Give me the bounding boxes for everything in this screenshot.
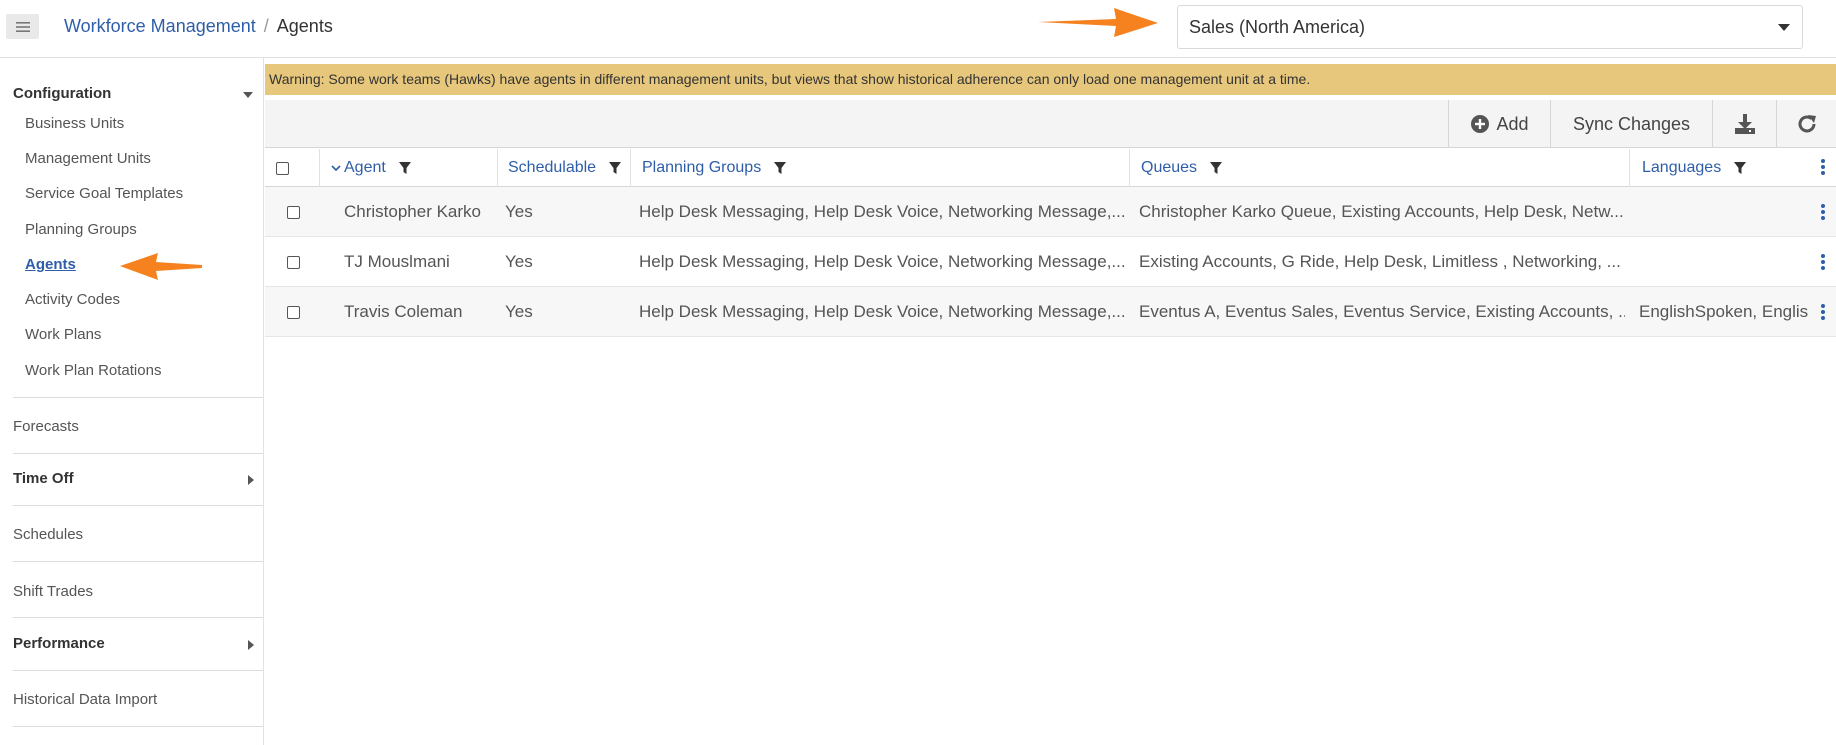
cell-languages — [1639, 187, 1809, 237]
select-all-checkbox[interactable] — [276, 149, 289, 187]
breadcrumb: Workforce Management / Agents — [64, 16, 333, 37]
caret-down-icon[interactable] — [243, 92, 253, 98]
table-row[interactable]: Christopher Karko Yes Help Desk Messagin… — [265, 187, 1836, 237]
row-actions-kebab-icon[interactable] — [1821, 304, 1825, 320]
management-unit-select[interactable]: Sales (North America) — [1177, 5, 1803, 49]
cell-planning-groups: Help Desk Messaging, Help Desk Voice, Ne… — [639, 202, 1126, 221]
sidebar-section-time-off[interactable]: Time Off — [13, 470, 74, 487]
sidebar-item-service-goal-templates[interactable]: Service Goal Templates — [25, 185, 183, 202]
sidebar-item-management-units[interactable]: Management Units — [25, 150, 151, 167]
annotation-arrow-icon — [120, 253, 202, 280]
column-header-agent-label: Agent — [344, 159, 386, 176]
sidebar-item-planning-groups[interactable]: Planning Groups — [25, 221, 137, 238]
sidebar-item-schedules[interactable]: Schedules — [13, 526, 83, 543]
filter-icon[interactable] — [1209, 161, 1223, 175]
add-button-label: Add — [1496, 113, 1529, 134]
hamburger-icon — [15, 21, 30, 32]
column-header-queues[interactable]: Queues — [1141, 149, 1223, 187]
refresh-button[interactable] — [1776, 100, 1836, 148]
sidebar-section-performance[interactable]: Performance — [13, 635, 105, 652]
plus-circle-icon — [1471, 115, 1490, 133]
breadcrumb-current: Agents — [276, 16, 333, 36]
column-header-planning-groups[interactable]: Planning Groups — [642, 149, 787, 187]
sort-chevron-down-icon[interactable] — [331, 164, 341, 172]
sidebar-divider — [13, 726, 263, 727]
sidebar-divider — [13, 670, 263, 671]
cell-agent[interactable]: Travis Coleman — [344, 287, 499, 337]
annotation-arrow-icon — [1038, 8, 1158, 37]
row-checkbox[interactable] — [287, 287, 300, 337]
sidebar-item-historical-data-import[interactable]: Historical Data Import — [13, 691, 157, 708]
sync-changes-button[interactable]: Sync Changes — [1550, 100, 1712, 148]
hamburger-menu-button[interactable] — [6, 14, 39, 39]
column-header-schedulable-label: Schedulable — [508, 159, 597, 176]
sidebar-item-activity-codes[interactable]: Activity Codes — [25, 291, 120, 308]
cell-queues: Christopher Karko Queue, Existing Accoun… — [1139, 202, 1624, 221]
add-button[interactable]: Add — [1448, 100, 1550, 148]
row-checkbox[interactable] — [287, 237, 300, 287]
sidebar-item-shift-trades[interactable]: Shift Trades — [13, 583, 93, 600]
table-header: Agent Schedulable Planning Groups Queues — [265, 149, 1836, 187]
sidebar-divider — [13, 453, 263, 454]
column-header-queues-label: Queues — [1141, 159, 1198, 176]
filter-icon[interactable] — [773, 161, 787, 175]
column-header-schedulable[interactable]: Schedulable — [508, 149, 622, 187]
cell-schedulable: Yes — [505, 302, 533, 321]
filter-icon[interactable] — [398, 161, 412, 175]
cell-planning-groups: Help Desk Messaging, Help Desk Voice, Ne… — [639, 252, 1126, 271]
column-header-planning-groups-label: Planning Groups — [642, 159, 762, 176]
sidebar-divider — [13, 561, 263, 562]
row-checkbox[interactable] — [287, 187, 300, 237]
management-unit-value: Sales (North America) — [1189, 17, 1366, 37]
chevron-down-icon — [1778, 24, 1790, 31]
sidebar-item-business-units[interactable]: Business Units — [25, 115, 124, 132]
cell-queues: Existing Accounts, G Ride, Help Desk, Li… — [1139, 252, 1621, 271]
warning-banner: Warning: Some work teams (Hawks) have ag… — [265, 64, 1836, 95]
cell-agent[interactable]: TJ Mouslmani — [344, 237, 499, 287]
cell-languages — [1639, 237, 1809, 287]
sidebar-item-agents[interactable]: Agents — [25, 256, 76, 273]
cell-planning-groups: Help Desk Messaging, Help Desk Voice, Ne… — [639, 302, 1126, 321]
filter-icon[interactable] — [608, 161, 622, 175]
column-options-kebab-icon[interactable] — [1821, 159, 1825, 175]
sync-changes-label: Sync Changes — [1572, 113, 1691, 134]
breadcrumb-separator: / — [263, 16, 269, 36]
table-row[interactable]: Travis Coleman Yes Help Desk Messaging, … — [265, 287, 1836, 337]
cell-queues: Eventus A, Eventus Sales, Eventus Servic… — [1139, 302, 1625, 321]
download-icon — [1734, 114, 1755, 134]
filter-icon[interactable] — [1733, 161, 1747, 175]
agents-table: Agent Schedulable Planning Groups Queues — [265, 149, 1836, 337]
download-button[interactable] — [1712, 100, 1776, 148]
column-header-languages[interactable]: Languages — [1642, 149, 1747, 187]
table-toolbar: Add Sync Changes — [265, 100, 1836, 148]
cell-schedulable: Yes — [505, 252, 533, 271]
column-header-agent[interactable]: Agent — [331, 149, 412, 187]
sidebar-item-work-plans[interactable]: Work Plans — [25, 326, 101, 343]
top-bar: Workforce Management / Agents Sales (Nor… — [0, 0, 1836, 58]
column-header-languages-label: Languages — [1642, 159, 1722, 176]
sidebar-divider — [13, 617, 263, 618]
sidebar-item-work-plan-rotations[interactable]: Work Plan Rotations — [25, 362, 161, 379]
cell-schedulable: Yes — [505, 202, 533, 221]
sidebar: Configuration Business Units Management … — [0, 58, 264, 745]
sidebar-section-configuration[interactable]: Configuration — [13, 85, 111, 102]
breadcrumb-workforce-management-link[interactable]: Workforce Management — [64, 16, 256, 37]
caret-right-icon[interactable] — [248, 640, 254, 650]
sidebar-item-forecasts[interactable]: Forecasts — [13, 418, 79, 435]
caret-right-icon[interactable] — [248, 475, 254, 485]
cell-agent[interactable]: Christopher Karko — [344, 187, 499, 237]
sidebar-divider — [13, 505, 263, 506]
cell-languages: EnglishSpoken, Englisl — [1639, 302, 1809, 321]
sidebar-divider — [13, 397, 263, 398]
row-actions-kebab-icon[interactable] — [1821, 204, 1825, 220]
row-actions-kebab-icon[interactable] — [1821, 254, 1825, 270]
table-row[interactable]: TJ Mouslmani Yes Help Desk Messaging, He… — [265, 237, 1836, 287]
refresh-icon — [1798, 115, 1816, 133]
